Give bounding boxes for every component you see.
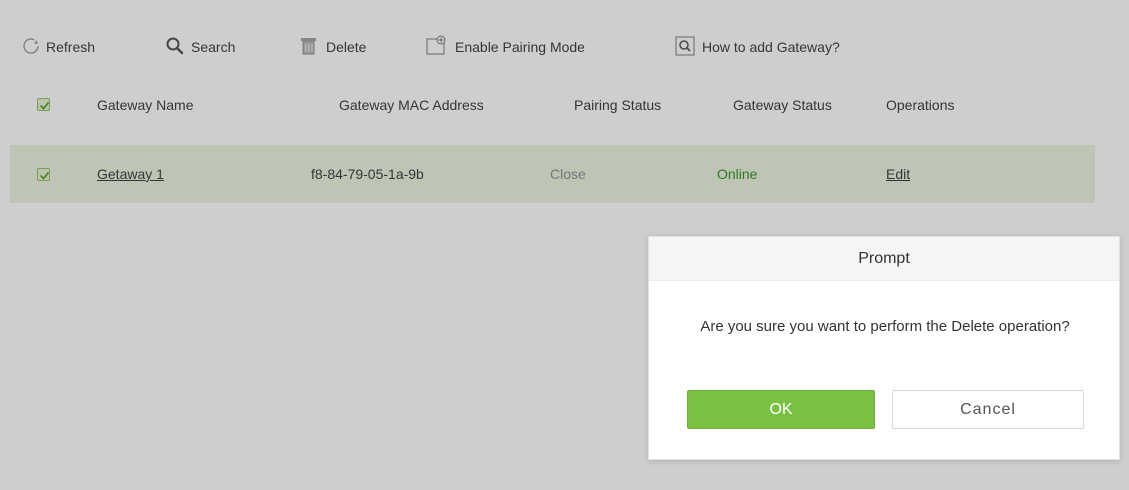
dialog-message: Are you sure you want to perform the Del… — [700, 318, 1070, 335]
ok-button[interactable]: OK — [687, 390, 875, 429]
dialog-header: Prompt — [649, 237, 1119, 281]
app-window: Refresh Search Delete Enable Pairing Mod… — [0, 0, 1129, 490]
dialog-title: Prompt — [858, 250, 910, 267]
cancel-button[interactable]: Cancel — [892, 390, 1084, 429]
prompt-dialog: Prompt Are you sure you want to perform … — [648, 236, 1120, 460]
